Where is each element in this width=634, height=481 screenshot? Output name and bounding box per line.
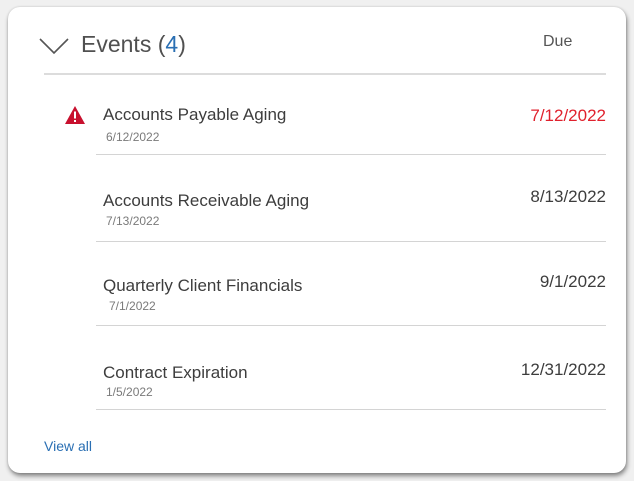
event-row[interactable]: Contract Expiration 1/5/2022 12/31/2022 bbox=[96, 327, 606, 411]
event-due-date: 9/1/2022 bbox=[539, 272, 606, 291]
events-card: Events (4) Due Accounts Payable Aging 6/… bbox=[8, 7, 626, 473]
event-date: 7/1/2022 bbox=[109, 299, 156, 313]
chevron-down-icon[interactable] bbox=[39, 37, 69, 55]
due-column-header: Due bbox=[543, 33, 573, 50]
events-title-label: Events bbox=[81, 31, 152, 57]
event-row[interactable]: Quarterly Client Financials 7/1/2022 9/1… bbox=[96, 243, 606, 327]
event-date: 1/5/2022 bbox=[106, 385, 153, 399]
count-value: 4 bbox=[165, 31, 179, 57]
event-due-date: 8/13/2022 bbox=[530, 187, 606, 206]
warning-icon bbox=[65, 106, 85, 124]
event-name: Quarterly Client Financials bbox=[103, 276, 303, 295]
events-count: (4) bbox=[158, 31, 186, 57]
event-due-date: 7/12/2022 bbox=[530, 106, 606, 125]
event-name: Accounts Receivable Aging bbox=[103, 191, 310, 210]
count-close-paren: ) bbox=[178, 31, 186, 57]
event-row[interactable]: Accounts Receivable Aging 7/13/2022 8/13… bbox=[96, 155, 606, 243]
event-date: 7/13/2022 bbox=[106, 214, 160, 228]
row-divider bbox=[96, 409, 606, 410]
event-name: Accounts Payable Aging bbox=[103, 105, 287, 124]
event-name: Contract Expiration bbox=[103, 363, 248, 382]
event-due-date: 12/31/2022 bbox=[520, 360, 606, 379]
events-title: Events (4) bbox=[81, 31, 186, 58]
event-row[interactable]: Accounts Payable Aging 6/12/2022 7/12/20… bbox=[96, 75, 606, 155]
row-divider bbox=[96, 241, 606, 242]
view-all-link[interactable]: View all bbox=[44, 438, 92, 454]
row-divider bbox=[96, 325, 606, 326]
events-header: Events (4) Due bbox=[8, 7, 626, 75]
event-date: 6/12/2022 bbox=[106, 130, 160, 144]
